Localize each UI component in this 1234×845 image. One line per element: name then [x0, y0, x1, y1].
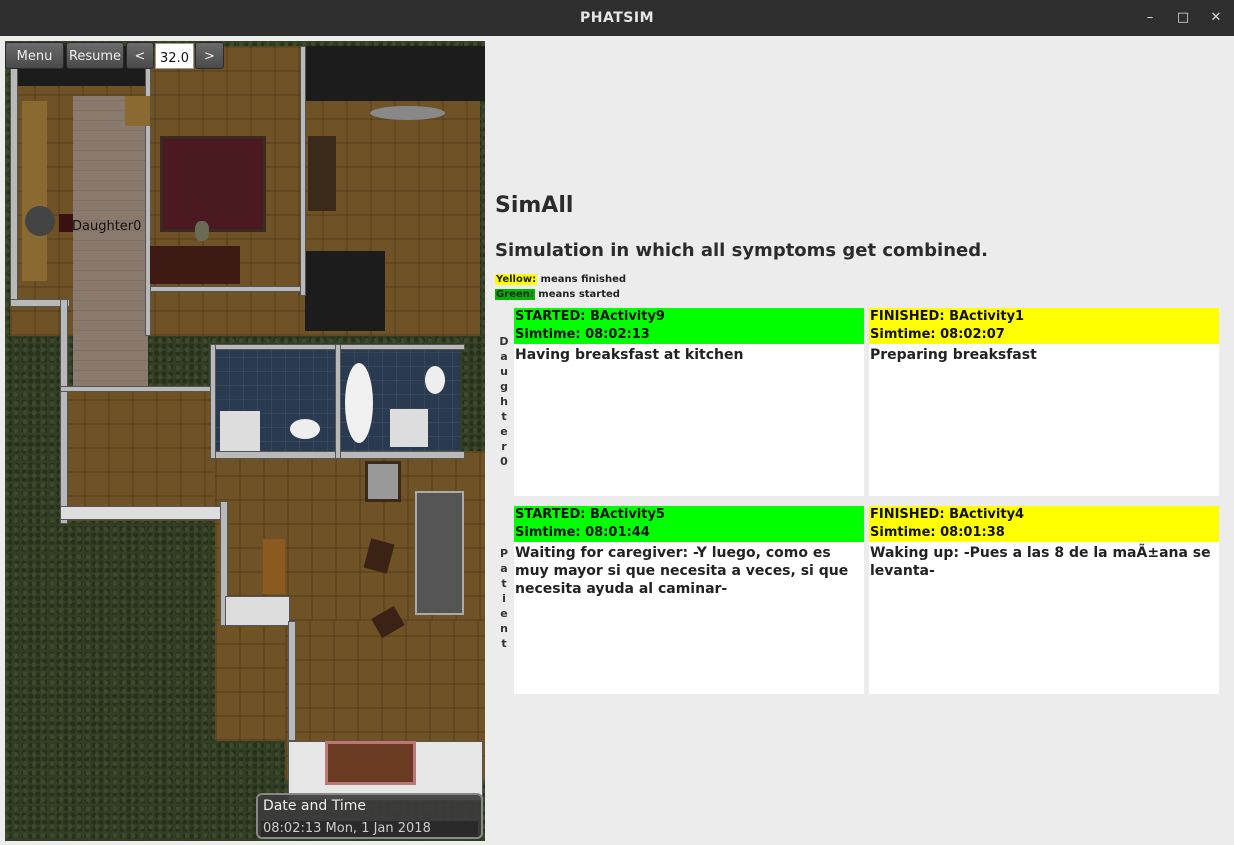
agent-figure [59, 214, 73, 232]
close-icon[interactable]: ✕ [1207, 9, 1225, 27]
cabinet [125, 96, 150, 126]
sofa [415, 491, 464, 615]
wall [145, 46, 151, 336]
datetime-value: 08:02:13 Mon, 1 Jan 2018 [261, 821, 478, 837]
activity-status: STARTED: BActivity5 [514, 506, 864, 524]
table [263, 539, 285, 594]
activity-status: FINISHED: BActivity4 [869, 506, 1219, 524]
resume-button[interactable]: Resume [66, 42, 124, 69]
bed [160, 136, 266, 232]
activity-description: Waiting for caregiver: -Y luego, como es… [515, 545, 849, 597]
wall [335, 344, 341, 459]
simulation-description: Simulation in which all symptoms get com… [495, 240, 988, 261]
legend-yellow: Yellow: means finished [495, 274, 626, 285]
agent-label: Daughter0 [72, 219, 142, 234]
activity-card: STARTED: BActivity5 Simtime: 08:01:44 Wa… [514, 506, 864, 694]
legend-green-text: means started [534, 289, 620, 300]
legend-green-swatch: Green: [495, 289, 535, 300]
wall [10, 46, 18, 306]
simulation-3d-view[interactable]: Daughter0 [5, 41, 485, 841]
minimize-icon[interactable]: – [1141, 9, 1159, 27]
wall [60, 299, 68, 524]
activity-status: STARTED: BActivity9 [514, 308, 864, 326]
activity-description: Preparing breaksfast [870, 347, 1037, 363]
actor-label-daughter0: Daughter0 [499, 335, 509, 468]
stove [25, 206, 55, 236]
kitchen-floor [73, 96, 148, 391]
wall [300, 46, 306, 296]
wall [288, 621, 296, 741]
desk [308, 136, 336, 211]
simulation-title: SimAll [495, 193, 574, 218]
datetime-heading: Date and Time [263, 798, 366, 814]
toilet [425, 366, 445, 394]
kitchen-counter [22, 101, 47, 281]
activity-simtime: Simtime: 08:02:13 [514, 326, 864, 344]
actor-label-patient: Patient [499, 547, 509, 650]
activity-card: FINISHED: BActivity1 Simtime: 08:02:07 P… [869, 308, 1219, 496]
wall [60, 386, 215, 392]
activity-description: Waking up: -Pues a las 8 de la maÃ±ana s… [870, 545, 1211, 579]
agent-figure [195, 221, 209, 241]
speed-field[interactable]: 32.0 [155, 43, 194, 69]
datetime-panel: Date and Time 08:02:13 Mon, 1 Jan 2018 [256, 793, 483, 839]
bathtub [345, 363, 373, 443]
legend-green: Green: means started [495, 289, 620, 300]
maximize-icon[interactable]: □ [1174, 9, 1192, 27]
window-title: PHATSIM [580, 10, 654, 26]
lower-left-room-floor [60, 391, 220, 521]
dresser [150, 246, 240, 284]
wall [150, 286, 305, 292]
window-titlebar: PHATSIM – □ ✕ [0, 0, 1234, 36]
wall [60, 506, 225, 520]
wall [225, 596, 290, 626]
sink [390, 409, 428, 447]
shadow-area [305, 46, 485, 101]
legend-yellow-swatch: Yellow: [495, 274, 538, 285]
activity-card: STARTED: BActivity9 Simtime: 08:02:13 Ha… [514, 308, 864, 496]
activity-simtime: Simtime: 08:02:07 [869, 326, 1219, 344]
ironing-board [370, 106, 445, 120]
shadow-area [305, 251, 385, 331]
activity-card: FINISHED: BActivity4 Simtime: 08:01:38 W… [869, 506, 1219, 694]
armchair [365, 461, 401, 502]
activity-simtime: Simtime: 08:01:44 [514, 524, 864, 542]
activity-description: Having breaksfast at kitchen [515, 347, 744, 363]
rug [325, 741, 416, 785]
activity-simtime: Simtime: 08:01:38 [869, 524, 1219, 542]
legend-yellow-text: means finished [537, 274, 627, 285]
wall [210, 344, 216, 459]
menu-button[interactable]: Menu [5, 42, 64, 69]
speed-increase-button[interactable]: > [195, 42, 224, 69]
shower [220, 411, 260, 451]
activity-status: FINISHED: BActivity1 [869, 308, 1219, 326]
speed-decrease-button[interactable]: < [126, 42, 154, 69]
toilet [290, 419, 320, 439]
